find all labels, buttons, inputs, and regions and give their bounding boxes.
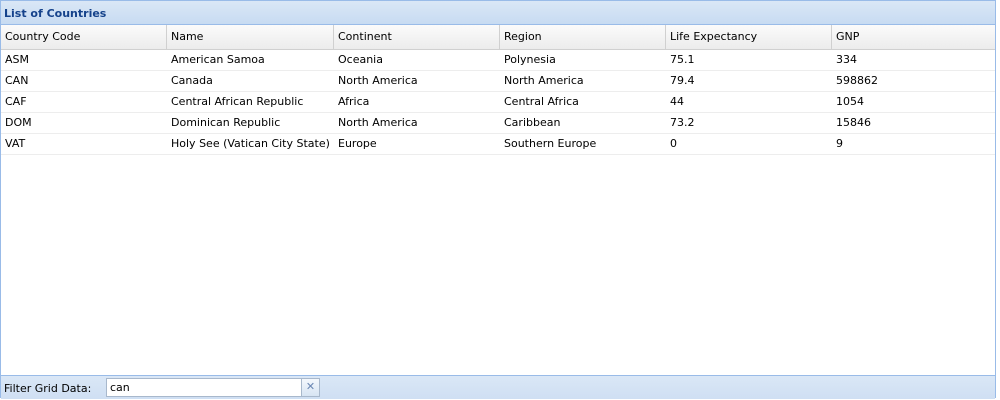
column-header-country-code[interactable]: Country Code (1, 25, 167, 49)
table-row[interactable]: DOM Dominican Republic North America Car… (1, 113, 995, 134)
cell-name: Central African Republic (171, 95, 304, 108)
cell-region: Central Africa (504, 95, 579, 108)
table-row[interactable]: VAT Holy See (Vatican City State) Europe… (1, 134, 995, 155)
panel-header: List of Countries (1, 1, 995, 25)
cell-life-expectancy: 73.2 (670, 116, 695, 129)
cell-name: Dominican Republic (171, 116, 281, 129)
cell-name: Canada (171, 74, 213, 87)
table-row[interactable]: CAF Central African Republic Africa Cent… (1, 92, 995, 113)
filter-toolbar: Filter Grid Data: ✕ (1, 375, 995, 399)
clear-filter-button[interactable]: ✕ (301, 378, 320, 397)
cell-life-expectancy: 0 (670, 137, 677, 150)
close-icon: ✕ (305, 380, 316, 393)
cell-continent: Europe (338, 137, 377, 150)
cell-name: Holy See (Vatican City State) (171, 137, 330, 150)
cell-continent: North America (338, 116, 418, 129)
cell-gnp: 15846 (836, 116, 871, 129)
cell-name: American Samoa (171, 53, 265, 66)
cell-country-code: CAF (5, 95, 27, 108)
panel-title: List of Countries (4, 7, 107, 20)
filter-label: Filter Grid Data: (4, 382, 92, 395)
cell-life-expectancy: 75.1 (670, 53, 695, 66)
cell-life-expectancy: 79.4 (670, 74, 695, 87)
column-header-life-expectancy[interactable]: Life Expectancy (666, 25, 832, 49)
cell-continent: North America (338, 74, 418, 87)
grid-body: ASM American Samoa Oceania Polynesia 75.… (1, 50, 995, 375)
column-header-region[interactable]: Region (500, 25, 666, 49)
cell-region: North America (504, 74, 584, 87)
cell-country-code: CAN (5, 74, 29, 87)
cell-country-code: VAT (5, 137, 26, 150)
cell-country-code: ASM (5, 53, 29, 66)
column-header-name[interactable]: Name (167, 25, 334, 49)
countries-panel: List of Countries Country Code Name Cont… (0, 0, 996, 399)
filter-input[interactable] (106, 378, 301, 397)
cell-continent: Oceania (338, 53, 383, 66)
cell-gnp: 334 (836, 53, 857, 66)
cell-region: Southern Europe (504, 137, 597, 150)
cell-gnp: 598862 (836, 74, 878, 87)
grid-header: Country Code Name Continent Region Life … (1, 25, 995, 50)
column-header-gnp[interactable]: GNP (832, 25, 997, 49)
table-row[interactable]: ASM American Samoa Oceania Polynesia 75.… (1, 50, 995, 71)
cell-country-code: DOM (5, 116, 32, 129)
table-row[interactable]: CAN Canada North America North America 7… (1, 71, 995, 92)
cell-gnp: 9 (836, 137, 843, 150)
column-header-continent[interactable]: Continent (334, 25, 500, 49)
cell-gnp: 1054 (836, 95, 864, 108)
cell-region: Caribbean (504, 116, 561, 129)
cell-region: Polynesia (504, 53, 556, 66)
cell-life-expectancy: 44 (670, 95, 684, 108)
cell-continent: Africa (338, 95, 370, 108)
